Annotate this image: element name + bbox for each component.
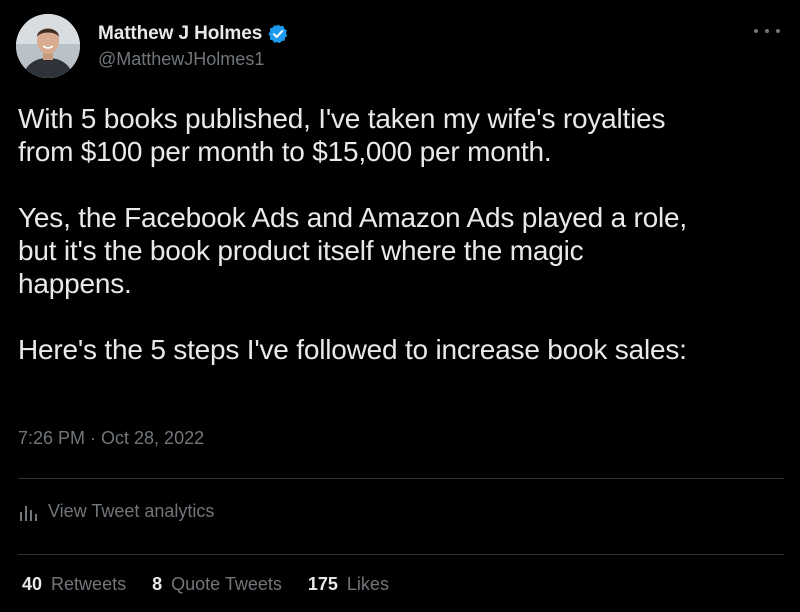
likes-label: Likes — [346, 574, 389, 594]
verified-badge-icon — [267, 23, 289, 45]
more-dot — [776, 29, 780, 33]
retweets-count: 40 — [22, 574, 43, 594]
author-names: Matthew J Holmes @MatthewJHolmes1 — [98, 22, 289, 70]
more-dot — [765, 29, 769, 33]
divider — [18, 554, 784, 555]
analytics-label: View Tweet analytics — [48, 501, 215, 521]
tweet-header: Matthew J Holmes @MatthewJHolmes1 — [16, 14, 784, 84]
quote-tweets-stat[interactable]: 8 Quote Tweets — [152, 574, 282, 595]
tweet-paragraph: Here's the 5 steps I've followed to incr… — [18, 334, 687, 365]
more-dot — [754, 29, 758, 33]
tweet-paragraph: Yes, the Facebook Ads and Amazon Ads pla… — [18, 202, 688, 299]
retweets-label: Retweets — [51, 574, 127, 594]
quote-tweets-label: Quote Tweets — [171, 574, 282, 594]
analytics-bar-icon — [18, 502, 40, 522]
tweet-timestamp[interactable]: 7:26 PM · Oct 28, 2022 — [18, 428, 204, 449]
divider — [18, 478, 784, 479]
retweets-stat[interactable]: 40 Retweets — [22, 574, 126, 595]
author-handle[interactable]: @MatthewJHolmes1 — [98, 49, 289, 70]
tweet-stats: 40 Retweets 8 Quote Tweets 175 Likes — [22, 574, 415, 595]
tweet-card: Matthew J Holmes @MatthewJHolmes1 With 5… — [0, 0, 800, 612]
quote-tweets-count: 8 — [152, 574, 163, 594]
likes-count: 175 — [307, 574, 338, 594]
tweet-paragraph: With 5 books published, I've taken my wi… — [18, 103, 666, 167]
display-name[interactable]: Matthew J Holmes — [98, 23, 262, 45]
likes-stat[interactable]: 175 Likes — [308, 574, 389, 595]
avatar[interactable] — [16, 14, 80, 78]
tweet-text: With 5 books published, I've taken my wi… — [18, 102, 788, 366]
view-analytics-link[interactable]: View Tweet analytics — [18, 501, 214, 522]
display-name-row: Matthew J Holmes — [98, 22, 289, 46]
more-options-icon[interactable] — [754, 24, 780, 38]
